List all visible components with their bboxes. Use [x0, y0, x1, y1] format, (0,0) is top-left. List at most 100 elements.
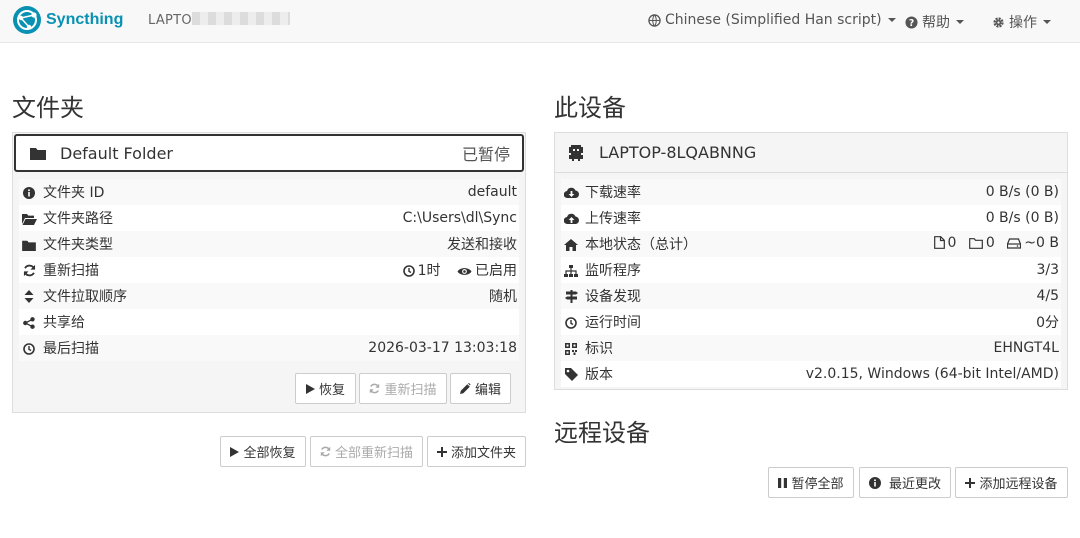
redacted-blur	[191, 12, 290, 25]
rescan-interval: 1时	[417, 262, 441, 279]
device-row-download: 下载速率 0 B/s (0 B)	[561, 179, 1061, 205]
folder-status: 已暂停	[461, 145, 510, 164]
folder-row-order: 文件拉取顺序 随机	[19, 283, 519, 309]
gear-icon	[993, 16, 1004, 28]
recent-changes-label: 最近更改	[888, 477, 941, 492]
local-dirs: 0	[985, 235, 995, 251]
folder-row-id: 文件夹 ID default	[19, 179, 519, 205]
discovery-value[interactable]: 4/5	[735, 283, 1061, 309]
syncthing-logo-icon	[13, 6, 41, 34]
row-label: 重新扫描	[43, 262, 99, 279]
clock-icon	[21, 342, 37, 359]
edit-button[interactable]: 编辑	[450, 373, 511, 404]
row-value: 2026-03-17 13:03:18	[228, 335, 519, 361]
listeners-value[interactable]: 3/3	[735, 257, 1061, 283]
chevron-down-icon	[887, 18, 896, 22]
folder-details: 文件夹 ID default 文件夹路径 C:\Users\dl\Sync 文件…	[19, 179, 519, 361]
row-label: 本地状态（总计）	[585, 236, 697, 253]
device-row-identification: 标识 EHNGT4L	[561, 335, 1061, 361]
row-label: 文件夹类型	[43, 236, 113, 253]
folder-row-share: 共享给	[19, 309, 519, 335]
rescan-watch: 已启用	[475, 262, 517, 279]
share-icon	[21, 316, 37, 333]
remote-devices-heading: 远程设备	[554, 419, 650, 447]
home-icon	[563, 238, 579, 255]
actions-menu[interactable]: 操作	[992, 12, 1051, 32]
help-menu[interactable]: ? 帮助	[905, 12, 964, 32]
row-label: 文件夹路径	[43, 210, 113, 227]
brand-name: Syncthing	[46, 11, 124, 28]
refresh-icon	[21, 264, 37, 281]
chevron-down-icon	[956, 20, 964, 24]
globe-icon	[648, 13, 661, 27]
device-name: LAPTO	[148, 12, 290, 28]
language-label: Chinese (Simplified Han script)	[665, 12, 882, 28]
this-device-heading: 此设备	[554, 94, 626, 122]
refresh-icon	[370, 383, 380, 394]
svg-text:?: ?	[909, 17, 914, 28]
row-label: 文件夹 ID	[43, 184, 105, 201]
row-value: 发送和接收	[228, 231, 519, 257]
row-value: 0分	[735, 309, 1061, 335]
plus-icon	[965, 477, 976, 488]
row-label: 版本	[585, 366, 613, 383]
row-value: C:\Users\dl\Sync	[228, 205, 519, 231]
row-value: 0 B/s (0 B)	[735, 179, 1061, 205]
rescan-button[interactable]: 重新扫描	[359, 373, 447, 404]
chevron-down-icon	[1043, 20, 1051, 24]
resume-all-button[interactable]: 全部恢复	[220, 436, 306, 467]
language-menu[interactable]: Chinese (Simplified Han script)	[648, 12, 896, 28]
row-value: default	[228, 179, 519, 205]
rescan-all-button[interactable]: 全部重新扫描	[310, 436, 423, 467]
resume-button[interactable]: 恢复	[295, 373, 356, 404]
folder-row-type: 文件夹类型 发送和接收	[19, 231, 519, 257]
row-label: 共享给	[43, 314, 85, 331]
this-device-name: LAPTOP-8LQABNNG	[599, 143, 757, 162]
row-label: 运行时间	[585, 314, 641, 331]
eye-icon	[457, 265, 472, 281]
clock-icon	[402, 264, 415, 281]
folder-panel: Default Folder 已暂停 文件夹 ID default 文件夹路径 …	[12, 132, 526, 413]
folder-panel-header[interactable]: Default Folder 已暂停	[14, 134, 524, 172]
pause-all-button[interactable]: 暂停全部	[768, 467, 854, 498]
folder-icon	[21, 239, 37, 255]
pause-all-label: 暂停全部	[791, 477, 844, 492]
add-remote-device-label: 添加远程设备	[979, 477, 1058, 492]
rescan-all-label: 全部重新扫描	[334, 446, 413, 461]
info-circle-icon	[21, 186, 37, 203]
navbar: Syncthing LAPTO Chinese (Simplified Han …	[0, 0, 1080, 43]
add-folder-button[interactable]: 添加文件夹	[427, 436, 526, 467]
this-device-panel: LAPTOP-8LQABNNG 下载速率 0 B/s (0 B) 上传速率 0 …	[554, 132, 1068, 390]
row-label: 上传速率	[585, 210, 641, 227]
device-id-link[interactable]: EHNGT4L	[735, 335, 1061, 361]
resume-all-label: 全部恢复	[243, 446, 296, 461]
folders-heading: 文件夹	[12, 94, 84, 122]
row-value: 0 B/s (0 B)	[735, 205, 1061, 231]
actions-label: 操作	[1009, 15, 1037, 31]
this-device-header[interactable]: LAPTOP-8LQABNNG	[555, 133, 1067, 173]
play-icon	[305, 383, 315, 394]
device-row-listeners: 监听程序 3/3	[561, 257, 1061, 283]
brand[interactable]: Syncthing	[12, 5, 123, 35]
signpost-icon	[563, 289, 579, 307]
clock-icon	[563, 316, 579, 333]
device-icon	[569, 144, 583, 161]
recent-changes-button[interactable]: 最近更改	[859, 467, 951, 498]
device-name-text: LAPTO	[148, 13, 192, 28]
row-label: 最后扫描	[43, 340, 99, 357]
folder-icon	[30, 148, 46, 160]
folder-icon	[969, 237, 983, 253]
device-row-local-state: 本地状态（总计） 0 0 ~0 B	[561, 231, 1061, 257]
local-files: 0	[947, 235, 957, 251]
tag-icon	[563, 367, 579, 385]
row-label: 下载速率	[585, 184, 641, 201]
add-remote-device-button[interactable]: 添加远程设备	[955, 467, 1068, 498]
row-value: v2.0.15, Windows (64-bit Intel/AMD)	[735, 361, 1061, 387]
folder-row-lastscan: 最后扫描 2026-03-17 13:03:18	[19, 335, 519, 361]
file-icon	[933, 236, 945, 253]
hdd-icon	[1007, 237, 1022, 253]
refresh-icon	[320, 446, 331, 457]
help-label: 帮助	[922, 15, 950, 31]
this-device-details: 下载速率 0 B/s (0 B) 上传速率 0 B/s (0 B) 本地状态（总…	[561, 179, 1061, 387]
sort-icon	[21, 289, 37, 307]
